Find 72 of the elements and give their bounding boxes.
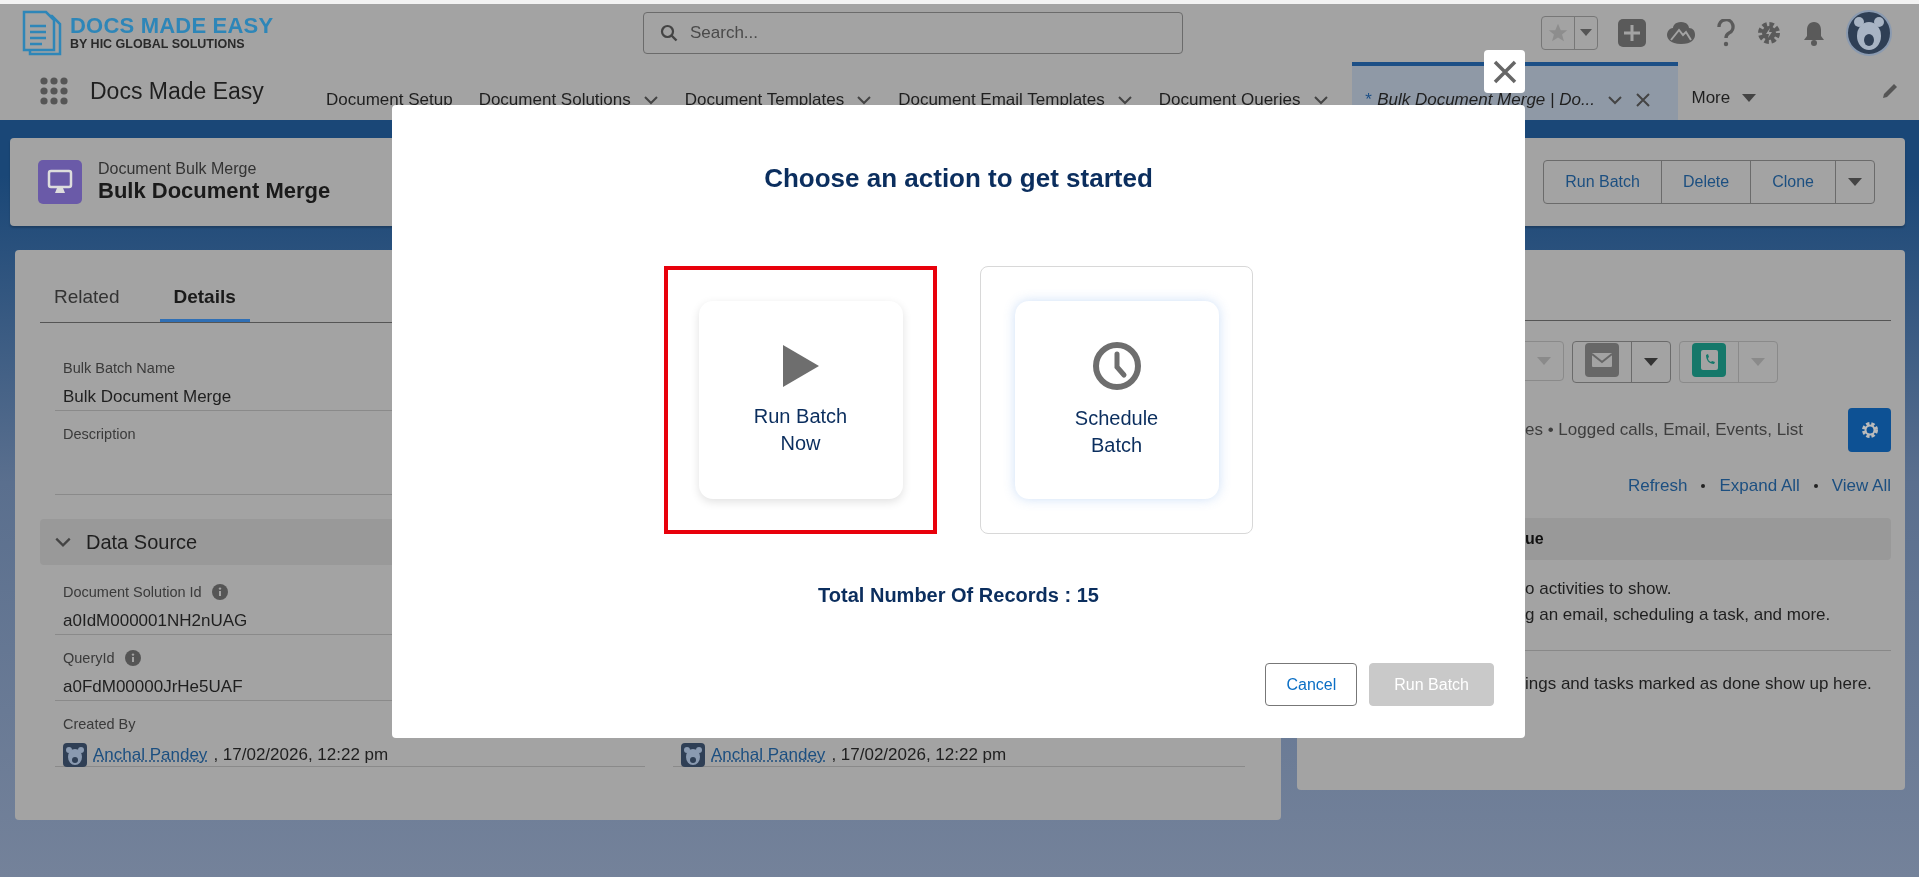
detail-tab[interactable]: Details <box>159 278 250 322</box>
option-card[interactable]: Schedule Batch <box>1014 301 1219 499</box>
document-logo-icon <box>20 10 64 56</box>
modal-button[interactable]: Cancel <box>1265 663 1358 706</box>
user-link[interactable]: Anchal Pandey <box>711 745 826 765</box>
more-tabs-button[interactable]: More <box>1677 62 1771 120</box>
pencil-icon[interactable] <box>1881 82 1899 100</box>
close-icon[interactable] <box>1635 92 1652 108</box>
user-avatar-icon <box>63 743 87 767</box>
app-launcher-icon[interactable] <box>40 77 68 105</box>
field-value: Bulk Document Merge <box>63 387 232 407</box>
group-heading: ue <box>1525 530 1544 548</box>
play-icon <box>780 343 821 389</box>
option-label: Run Batch Now <box>752 404 849 456</box>
detail-tab[interactable]: Related <box>40 278 134 322</box>
action-button[interactable]: Run Batch <box>1544 161 1662 203</box>
empty-message: g an email, scheduling a task, and more. <box>1525 604 1832 626</box>
user-avatar-icon[interactable] <box>1846 10 1892 56</box>
field-value: a0IdM000001NH2nUAG <box>63 611 248 631</box>
nav-tab[interactable]: Document Queries <box>1145 62 1342 120</box>
field-label: QueryId <box>63 650 115 666</box>
search-icon <box>660 24 678 42</box>
chevron-down-icon[interactable] <box>1116 95 1133 105</box>
nav-tab[interactable]: Document Email Templates <box>885 62 1146 120</box>
chevron-down-icon[interactable] <box>1312 95 1329 105</box>
chevron-down-icon[interactable] <box>856 95 873 105</box>
field-value: a0FdM00000JrHe5UAF <box>63 677 243 697</box>
settings-icon[interactable] <box>1756 20 1782 46</box>
logo-title: DOCS MADE EASY <box>70 15 274 37</box>
nav-tab[interactable]: Document Templates <box>671 62 886 120</box>
modal-title: Choose an action to get started <box>764 163 1153 194</box>
activity-link[interactable]: Expand All <box>1719 476 1800 496</box>
logo-subtitle: BY HIC GLOBAL SOLUTIONS <box>70 37 246 51</box>
caret-icon <box>1742 93 1757 103</box>
field-label: Created By <box>63 716 136 732</box>
action-button[interactable]: Delete <box>1661 161 1752 203</box>
object-label: Document Bulk Merge <box>98 160 258 178</box>
help-icon[interactable] <box>1716 19 1736 47</box>
app-name: Docs Made Easy <box>90 77 264 105</box>
mountain-cloud-icon[interactable] <box>1666 20 1696 46</box>
close-button[interactable] <box>1484 50 1525 93</box>
field-label: Document Solution Id <box>63 584 202 600</box>
clock-icon <box>1091 341 1142 391</box>
user-link[interactable]: Anchal Pandey <box>93 745 208 765</box>
field-value: , 17/02/2026, 12:22 pm <box>831 745 1007 765</box>
settings-icon <box>1860 421 1879 439</box>
field-label: Description <box>63 426 136 442</box>
record-title: Bulk Document Merge <box>98 178 331 204</box>
close-icon <box>1492 59 1517 84</box>
option-card[interactable]: Run Batch Now <box>698 301 903 499</box>
chevron-down-icon[interactable] <box>54 536 72 548</box>
activity-link[interactable]: View All <box>1831 476 1891 496</box>
field-label: Bulk Batch Name <box>63 360 176 376</box>
search-field[interactable]: Search... <box>643 12 1183 54</box>
section-title: Data Source <box>86 530 198 554</box>
settings-button[interactable] <box>1848 408 1891 452</box>
chevron-down-icon[interactable] <box>1607 95 1624 105</box>
caret-icon <box>1848 178 1862 187</box>
action-button[interactable]: Clone <box>1751 161 1836 203</box>
monitor-icon <box>38 160 82 204</box>
filter-summary: es • Logged calls, Email, Events, List <box>1525 420 1804 440</box>
nav-tab[interactable]: Document Solutions <box>465 62 672 120</box>
field-value: , 17/02/2026, 12:22 pm <box>213 745 389 765</box>
activity-link[interactable]: Refresh <box>1627 476 1688 496</box>
total-records: Total Number Of Records : 15 <box>818 584 1099 607</box>
bell-icon[interactable] <box>1802 20 1826 46</box>
option-label: Schedule Batch <box>1073 406 1160 458</box>
user-avatar-icon <box>681 743 705 767</box>
past-activity-message: ings and tasks marked as done show up here. <box>1525 673 1873 695</box>
empty-message: o activities to show. <box>1525 578 1673 600</box>
chevron-down-icon[interactable] <box>642 95 659 105</box>
add-icon[interactable] <box>1618 19 1646 47</box>
